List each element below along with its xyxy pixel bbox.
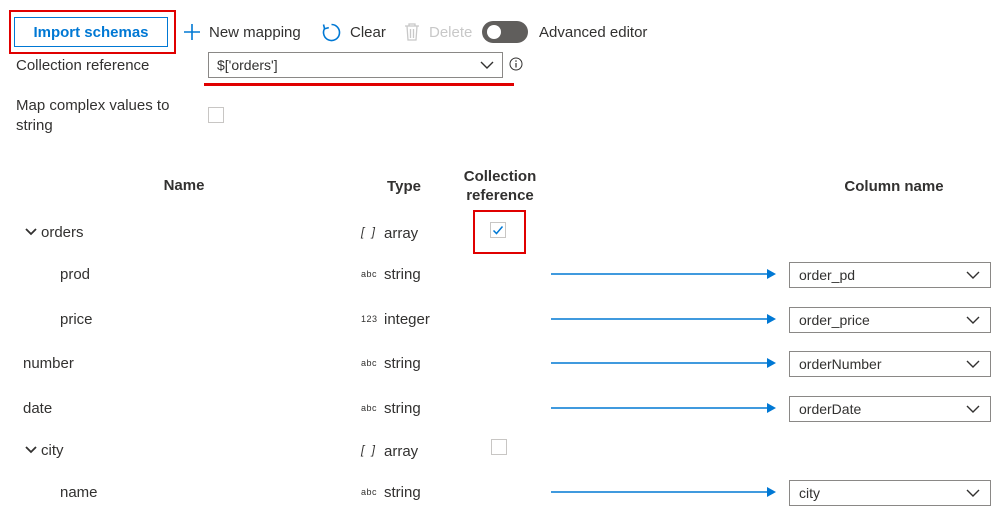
chevron-down-icon <box>966 271 980 279</box>
row-name-price: price <box>60 311 93 328</box>
row-name-number: number <box>23 355 74 372</box>
string-type-icon: abc <box>361 487 378 497</box>
clear-button[interactable]: Clear <box>321 20 386 44</box>
mapping-arrow <box>551 403 776 413</box>
chevron-down-icon <box>966 316 980 324</box>
mapping-arrow <box>551 314 776 324</box>
row-name-city: city <box>41 442 64 459</box>
string-type-icon: abc <box>361 403 378 413</box>
header-type: Type <box>387 178 421 195</box>
collection-reference-value: $['orders'] <box>217 57 278 73</box>
column-value: orderNumber <box>799 356 882 372</box>
toggle-knob <box>487 25 501 39</box>
row-type-price: integer <box>384 311 430 328</box>
advanced-editor-toggle[interactable] <box>482 21 528 43</box>
row-name-date: date <box>23 400 53 417</box>
clear-label: Clear <box>350 23 386 41</box>
import-schemas-button[interactable]: Import schemas <box>14 17 168 47</box>
new-mapping-label: New mapping <box>209 23 301 41</box>
row-name-name: name <box>60 484 98 501</box>
refresh-icon <box>322 23 341 41</box>
array-type-icon: [ ] <box>361 443 378 457</box>
integer-type-icon: 123 <box>361 314 378 324</box>
delete-button[interactable]: Delete <box>403 20 472 44</box>
row-type-prod: string <box>384 266 421 283</box>
string-type-icon: abc <box>361 358 378 368</box>
header-name: Name <box>163 177 205 194</box>
trash-icon <box>405 23 419 41</box>
mapping-arrow <box>551 269 776 279</box>
header-column-name: Column name <box>844 178 944 195</box>
new-mapping-button[interactable]: New mapping <box>183 20 301 44</box>
column-value: city <box>799 485 820 501</box>
map-complex-label-line2: string <box>16 117 53 134</box>
plus-icon <box>184 24 200 40</box>
delete-label: Delete <box>429 23 473 41</box>
chevron-down-icon <box>480 61 494 69</box>
advanced-editor-label: Advanced editor <box>539 24 648 41</box>
chevron-down-icon[interactable] <box>25 445 37 455</box>
column-value: orderDate <box>799 401 862 417</box>
mapping-arrow <box>551 487 776 497</box>
info-icon[interactable] <box>509 57 523 71</box>
row-name-prod: prod <box>60 266 91 283</box>
collection-reference-checkbox-orders[interactable] <box>490 222 506 238</box>
map-complex-checkbox[interactable] <box>208 107 224 123</box>
row-type-orders: array <box>384 225 419 242</box>
chevron-down-icon <box>966 360 980 368</box>
column-select-price[interactable]: order_price <box>789 307 991 333</box>
row-name-orders: orders <box>41 224 84 241</box>
column-select-prod[interactable]: order_pd <box>789 262 991 288</box>
collection-reference-checkbox-city[interactable] <box>491 439 507 455</box>
header-collection-line2: reference <box>466 187 534 204</box>
row-type-date: string <box>384 400 421 417</box>
map-complex-label-line1: Map complex values to <box>16 97 170 114</box>
collection-reference-label: Collection reference <box>16 57 150 74</box>
chevron-down-icon <box>966 405 980 413</box>
column-value: order_price <box>799 312 870 328</box>
array-type-icon: [ ] <box>361 225 378 239</box>
column-value: order_pd <box>799 267 856 283</box>
column-select-number[interactable]: orderNumber <box>789 351 991 377</box>
row-type-name: string <box>384 484 421 501</box>
collection-reference-select[interactable]: $['orders'] <box>208 52 503 78</box>
string-type-icon: abc <box>361 269 378 279</box>
chevron-down-icon[interactable] <box>25 227 37 237</box>
mapping-arrow <box>551 358 776 368</box>
column-select-date[interactable]: orderDate <box>789 396 991 422</box>
header-collection-line1: Collection <box>463 168 537 185</box>
collection-reference-highlight <box>204 83 514 86</box>
checkmark-icon <box>492 226 504 235</box>
row-type-number: string <box>384 355 421 372</box>
row-type-city: array <box>384 443 419 460</box>
column-select-name[interactable]: city <box>789 480 991 506</box>
chevron-down-icon <box>966 489 980 497</box>
